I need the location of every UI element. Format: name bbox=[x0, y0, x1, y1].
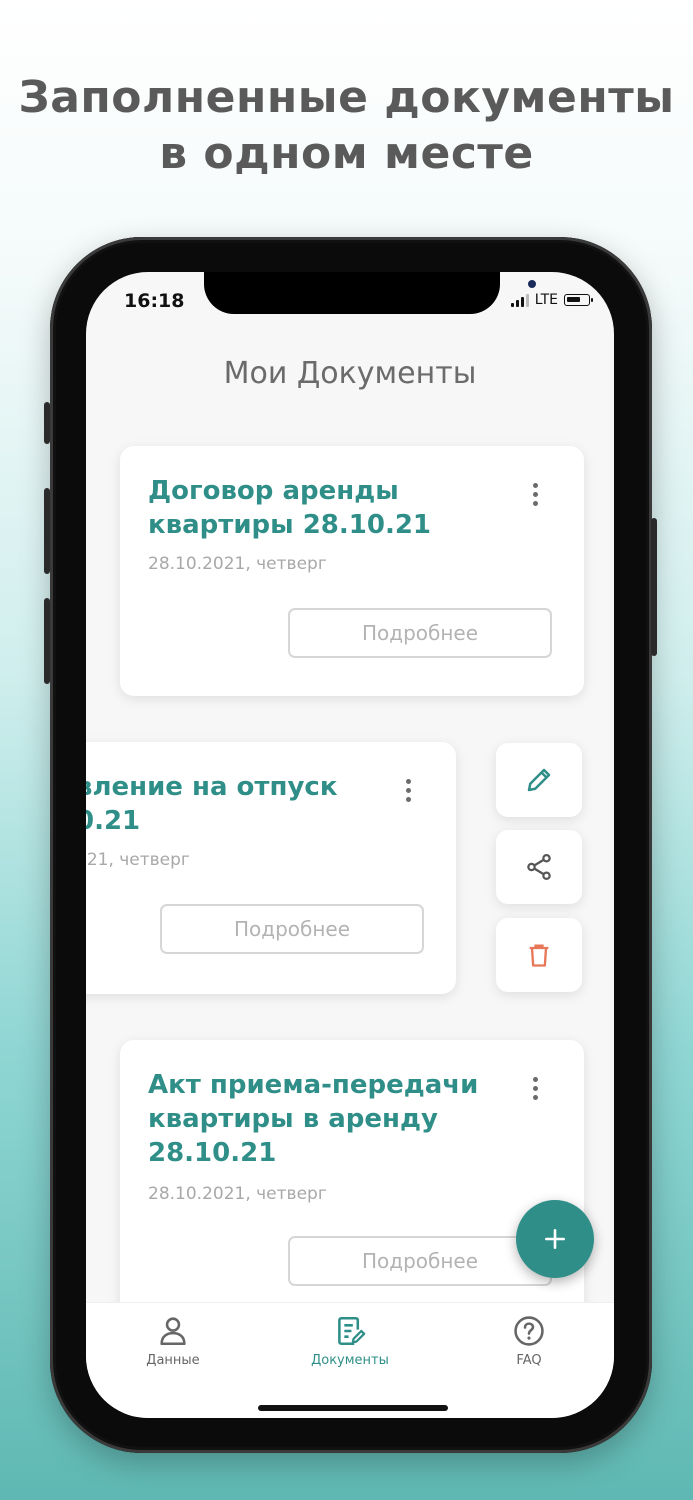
phone-volume-up bbox=[44, 488, 50, 574]
phone-power-button bbox=[651, 518, 657, 656]
document-card-swiped[interactable]: вление на отпуск 0.21 021, четверг Подро… bbox=[86, 742, 456, 994]
phone-silent-switch bbox=[44, 402, 50, 444]
page-title: Мои Документы bbox=[223, 356, 477, 391]
tab-data[interactable]: Данные bbox=[113, 1313, 233, 1368]
status-indicators: LTE bbox=[510, 292, 593, 308]
phone-screen: 16:18 LTE Мои Документы Договор аренды к… bbox=[86, 272, 614, 1418]
headline-line-2: в одном месте bbox=[159, 128, 534, 179]
add-document-button[interactable] bbox=[516, 1200, 594, 1278]
document-date: 28.10.2021, четверг bbox=[148, 1184, 327, 1204]
document-title: Договор аренды квартиры 28.10.21 bbox=[148, 476, 432, 540]
battery-icon bbox=[564, 294, 593, 306]
notch bbox=[204, 272, 536, 314]
share-icon bbox=[527, 854, 551, 880]
more-options-icon[interactable] bbox=[525, 480, 545, 508]
details-button[interactable]: Подробнее bbox=[288, 608, 552, 658]
document-card[interactable]: Акт приема-передачи квартиры в аренду 28… bbox=[120, 1040, 584, 1340]
more-options-icon[interactable] bbox=[525, 1074, 545, 1102]
trash-icon bbox=[529, 944, 549, 967]
delete-button[interactable] bbox=[496, 918, 582, 992]
tab-label: Данные bbox=[146, 1353, 200, 1368]
status-time: 16:18 bbox=[124, 290, 185, 312]
bottom-tab-bar: Данные Документы FAQ bbox=[86, 1302, 614, 1418]
phone-volume-down bbox=[44, 598, 50, 684]
document-title: вление на отпуск 0.21 bbox=[86, 772, 338, 836]
document-edit-icon bbox=[338, 1316, 366, 1346]
edit-button[interactable] bbox=[496, 743, 582, 817]
document-date: 28.10.2021, четверг bbox=[148, 554, 327, 574]
tab-label: FAQ bbox=[516, 1353, 542, 1368]
details-button[interactable]: Подробнее bbox=[160, 904, 424, 954]
home-indicator bbox=[258, 1405, 448, 1411]
person-icon bbox=[160, 1317, 186, 1346]
pencil-icon bbox=[527, 768, 551, 792]
signal-icon bbox=[510, 293, 529, 307]
promo-headline: Заполненные документы в одном месте bbox=[0, 70, 693, 182]
headline-line-1: Заполненные документы bbox=[18, 72, 675, 123]
tab-documents[interactable]: Документы bbox=[290, 1313, 410, 1368]
plus-icon bbox=[545, 1229, 565, 1249]
network-label: LTE bbox=[534, 292, 558, 308]
question-icon bbox=[514, 1316, 544, 1346]
document-card[interactable]: Договор аренды квартиры 28.10.21 28.10.2… bbox=[120, 446, 584, 696]
tab-label: Документы bbox=[311, 1353, 389, 1368]
share-button[interactable] bbox=[496, 830, 582, 904]
document-title: Акт приема-передачи квартиры в аренду 28… bbox=[148, 1070, 479, 1168]
details-button[interactable]: Подробнее bbox=[288, 1236, 552, 1286]
document-date: 021, четверг bbox=[86, 850, 190, 870]
more-options-icon[interactable] bbox=[398, 776, 418, 804]
tab-faq[interactable]: FAQ bbox=[469, 1313, 589, 1368]
front-camera bbox=[528, 280, 536, 288]
